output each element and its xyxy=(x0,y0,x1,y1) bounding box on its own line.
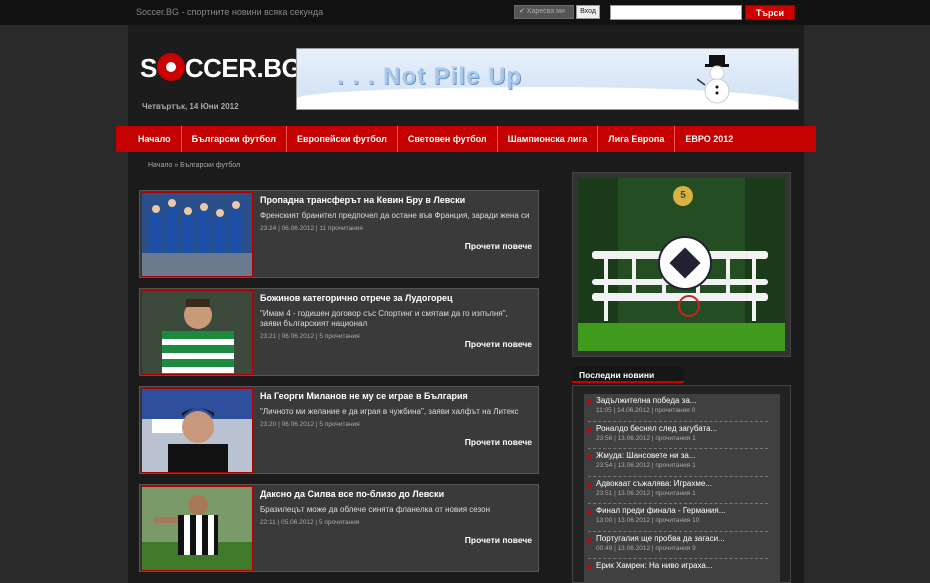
flash-game-widget[interactable]: 5 xyxy=(572,172,791,357)
article-thumbnail[interactable] xyxy=(141,486,253,571)
search-input[interactable] xyxy=(610,5,742,20)
list-item[interactable]: Адвокаат съжалява: Играхме... 23:51 | 13… xyxy=(588,477,768,504)
nav-item-world-football[interactable]: Световен футбол xyxy=(398,126,498,152)
like-button[interactable]: ✔ Харесва ми xyxy=(514,5,574,19)
logo-letter: S xyxy=(140,53,157,83)
latest-news-title: Последни новини xyxy=(579,370,655,380)
target-ring-icon xyxy=(678,295,700,317)
article-meta: 23:20 | 06.06.2012 | 5 прочитания xyxy=(260,421,360,428)
article-card: Пропадна трансферът на Кевин Бру в Левск… xyxy=(139,190,539,278)
latest-news-link[interactable]: Ерик Хамрен: На ниво играха... xyxy=(588,561,768,570)
nav-item-euro-2012[interactable]: ЕВРО 2012 xyxy=(675,126,743,152)
nav-item-european-football[interactable]: Европейски футбол xyxy=(287,126,398,152)
article-title[interactable]: Пропадна трансферът на Кевин Бру в Левск… xyxy=(260,195,465,205)
page-container: S CCER.BG Четвъртък, 14 Юни 2012 . . . No… xyxy=(116,25,816,583)
top-bar: Soccer.BG - спортните новини всяка секун… xyxy=(0,0,930,25)
article-description: Бразилецът може да облече синята фланелк… xyxy=(260,505,490,514)
latest-news-list[interactable]: Задължителна победа за... 11:05 | 14.06.… xyxy=(584,394,780,583)
logo-text: CCER.BG xyxy=(184,53,302,83)
site-tagline: Soccer.BG - спортните новини всяка секун… xyxy=(136,7,324,17)
article-card: Даксно да Силва все по-близо до Левски Б… xyxy=(139,484,539,572)
ad-banner[interactable]: . . . Not Pile Up xyxy=(296,48,799,110)
login-button[interactable]: Вход xyxy=(576,5,600,19)
read-more-link[interactable]: Прочети повече xyxy=(465,535,532,545)
article-card: На Георги Миланов не му се играе в Бълга… xyxy=(139,386,539,474)
list-item[interactable]: Финал преди финала - Германия... 13:00 |… xyxy=(588,504,768,532)
article-meta: 22:11 | 05.06.2012 | 5 прочитания xyxy=(260,519,360,526)
soccer-ball-icon xyxy=(156,53,185,81)
article-meta: 23:24 | 06.06.2012 | 11 прочитания xyxy=(260,225,363,232)
main-nav: Начало Български футбол Европейски футбо… xyxy=(116,126,816,152)
latest-news-link[interactable]: Задължителна победа за... xyxy=(588,396,768,405)
latest-news-header: Последни новини xyxy=(572,367,684,383)
latest-news-link[interactable]: Жмуда: Шансовете ни за... xyxy=(588,451,768,460)
article-description: "Личното ми желание е да играя в чужбина… xyxy=(260,407,519,416)
read-more-link[interactable]: Прочети повече xyxy=(465,339,532,349)
latest-news-meta: 13:00 | 13.06.2012 | прочитания 10 xyxy=(596,517,700,524)
nav-item-champions-league[interactable]: Шампионска лига xyxy=(498,126,599,152)
nav-item-europa-league[interactable]: Лига Европа xyxy=(598,126,676,152)
header: S CCER.BG Четвъртък, 14 Юни 2012 . . . No… xyxy=(128,25,804,125)
article-meta: 23:21 | 06.06.2012 | 5 прочитания xyxy=(260,333,360,340)
search-button[interactable]: Търси xyxy=(745,5,795,20)
latest-news-link[interactable]: Финал преди финала - Германия... xyxy=(588,506,768,515)
site-logo[interactable]: S CCER.BG xyxy=(140,53,302,84)
breadcrumb: Начало » Български футбол xyxy=(148,162,241,169)
article-title[interactable]: Божинов категорично отрече за Лудогорец xyxy=(260,293,453,303)
article-thumbnail[interactable] xyxy=(141,192,253,277)
banner-text: . . . Not Pile Up xyxy=(337,63,523,90)
latest-news-panel: Задължителна победа за... 11:05 | 14.06.… xyxy=(572,385,791,583)
list-item[interactable]: Роналдо беснял след загубата... 23:56 | … xyxy=(588,422,768,449)
article-description: "Имам 4 - годишен договор със Спортинг и… xyxy=(260,309,508,328)
list-item[interactable]: Жмуда: Шансовете ни за... 23:54 | 13.06.… xyxy=(588,449,768,477)
game-scene[interactable]: 5 xyxy=(578,178,785,351)
article-card: Божинов категорично отрече за Лудогорец … xyxy=(139,288,539,376)
article-title[interactable]: На Георги Миланов не му се играе в Бълга… xyxy=(260,391,468,401)
latest-news-meta: 23:51 | 13.06.2012 | прочитания 1 xyxy=(596,489,696,497)
latest-news-link[interactable]: Адвокаат съжалява: Играхме... xyxy=(588,479,768,488)
current-date: Четвъртък, 14 Юни 2012 xyxy=(142,102,239,111)
latest-news-meta: 11:05 | 14.06.2012 | прочитания 0 xyxy=(596,407,696,414)
nav-item-bulgarian-football[interactable]: Български футбол xyxy=(182,126,287,152)
latest-news-meta: 23:54 | 13.06.2012 | прочитания 1 xyxy=(596,462,696,469)
article-title[interactable]: Даксно да Силва все по-близо до Левски xyxy=(260,489,444,499)
latest-news-link[interactable]: Португалия ще пробва да загаси... xyxy=(588,534,768,543)
list-item[interactable]: Задължителна победа за... 11:05 | 14.06.… xyxy=(588,394,768,422)
read-more-link[interactable]: Прочети повече xyxy=(465,241,532,251)
article-thumbnail[interactable] xyxy=(141,388,253,473)
grass xyxy=(578,323,785,351)
latest-news-link[interactable]: Роналдо беснял след загубата... xyxy=(588,424,768,433)
soccer-ball-icon[interactable] xyxy=(658,236,712,290)
article-thumbnail[interactable] xyxy=(141,290,253,375)
latest-news-meta: 00:49 | 13.06.2012 | прочитания 9 xyxy=(596,544,696,552)
article-description: Френският бранител предпочел да остане в… xyxy=(260,211,530,220)
list-item[interactable]: Ерик Хамрен: На ниво играха... xyxy=(588,559,768,583)
list-item[interactable]: Португалия ще пробва да загаси... 00:49 … xyxy=(588,532,768,559)
nav-item-home[interactable]: Начало xyxy=(128,126,182,152)
read-more-link[interactable]: Прочети повече xyxy=(465,437,532,447)
snowman-icon xyxy=(697,55,730,104)
latest-news-meta: 23:56 | 13.06.2012 | прочитания 1 xyxy=(596,434,696,442)
score-coin: 5 xyxy=(673,186,693,206)
